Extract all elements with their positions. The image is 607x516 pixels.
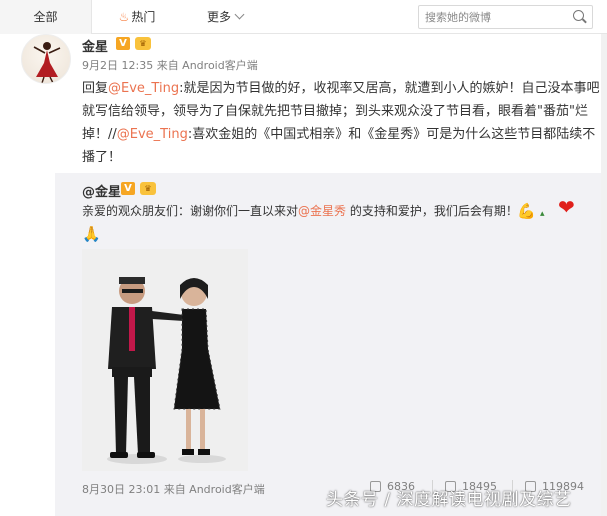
search-icon[interactable] (573, 10, 584, 21)
post-meta: 9月2日 12:35 来自 Android客户端 (82, 59, 258, 72)
praying-hands-icon: 🙏 (82, 225, 101, 243)
search-box[interactable] (418, 5, 593, 29)
two-hosts-photo (82, 249, 248, 471)
mention-link[interactable]: @Eve_Ting (108, 81, 179, 96)
watermark: 头条号 / 深度解读电视剧及综艺 (326, 490, 572, 510)
fire-icon: ♨ (118, 10, 130, 24)
tab-more[interactable]: 更多 (200, 0, 250, 34)
repost-photo[interactable] (82, 249, 248, 471)
small-leaf-icon: ▴ (540, 209, 545, 219)
tab-hot-label: 热门 (131, 10, 156, 24)
repost-author[interactable]: @金星 (82, 181, 121, 200)
repost-text-a: 亲爱的观众朋友们：谢谢你们一直以来对 (82, 204, 299, 218)
repost-text: 亲爱的观众朋友们：谢谢你们一直以来对@金星秀 的支持和爱护，我们后会有期！ (82, 202, 522, 220)
reply-prefix: 回复 (82, 81, 109, 96)
avatar[interactable] (21, 34, 71, 84)
dancer-avatar-image (33, 42, 61, 83)
mention-link[interactable]: @Eve_Ting (117, 127, 188, 142)
author-name[interactable]: 金星 (82, 36, 108, 55)
repost-meta: 8月30日 23:01 来自 Android客户端 (82, 483, 265, 496)
scrollbar[interactable] (601, 34, 607, 516)
tab-more-label: 更多 (206, 10, 231, 24)
tab-bar: 全部 ♨ 热门 更多 (0, 0, 607, 34)
mention-link[interactable]: @金星秀 (298, 204, 346, 218)
repost-text-b: 的支持和爱护，我们后会有期！ (346, 204, 518, 218)
chevron-down-icon (234, 9, 245, 20)
verified-v-icon[interactable]: V (116, 37, 130, 50)
search-input[interactable] (425, 8, 565, 26)
flexed-bicep-icon: 💪 (517, 202, 536, 220)
vip-crown-icon[interactable]: ♛ (135, 37, 151, 50)
verified-v-icon[interactable]: V (121, 182, 135, 195)
tab-hot[interactable]: ♨ 热门 (112, 0, 162, 34)
vip-crown-icon[interactable]: ♛ (140, 182, 156, 195)
tab-all[interactable]: 全部 (0, 0, 92, 34)
post-body: 回复@Eve_Ting:就是因为节目做的好，收视率又居高，就遭到小人的嫉妒！自己… (82, 77, 600, 169)
heart-icon: ❤ (558, 195, 575, 219)
